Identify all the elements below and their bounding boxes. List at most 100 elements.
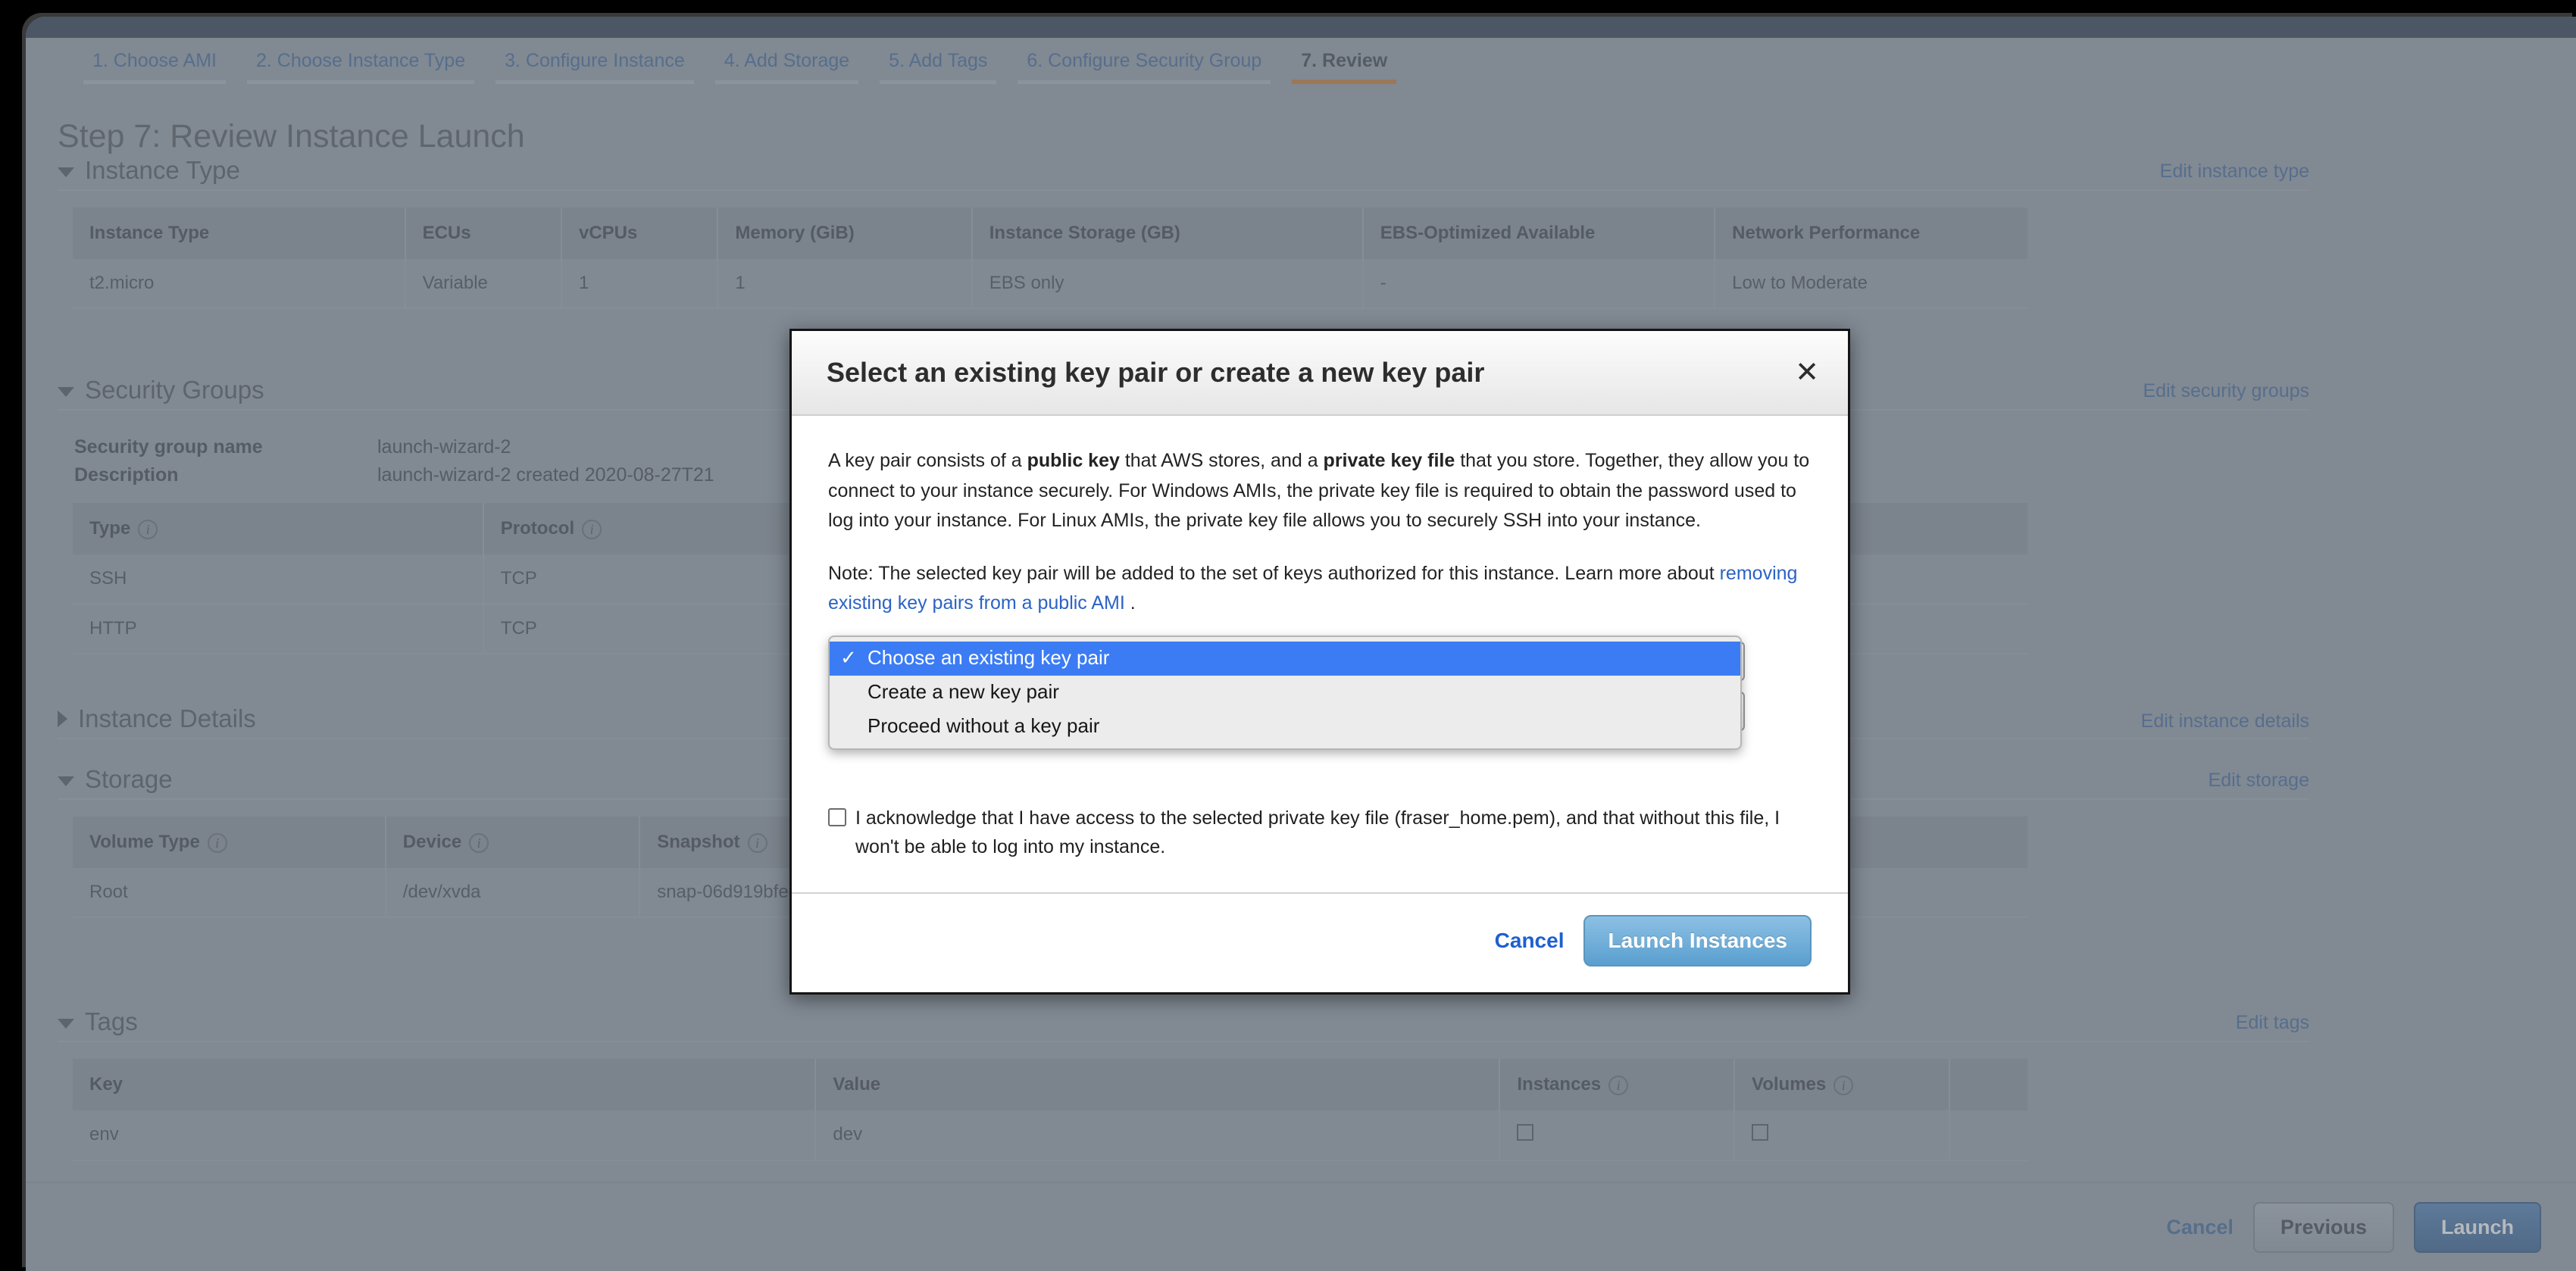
- chevron-down-icon[interactable]: [58, 386, 74, 397]
- key-pair-modal: Select an existing key pair or create a …: [789, 329, 1850, 995]
- wizard-step-4[interactable]: 4. Add Storage: [705, 38, 869, 84]
- wizard-step-label: 7. Review: [1301, 50, 1388, 71]
- section-title: Instance Type: [85, 156, 240, 184]
- cell-memory: 1: [717, 259, 973, 309]
- wizard-step-3[interactable]: 3. Configure Instance: [485, 38, 705, 84]
- info-icon[interactable]: i: [469, 832, 489, 853]
- cell-type: HTTP: [73, 604, 484, 654]
- step-underline: [83, 80, 226, 84]
- column-header: Value: [815, 1059, 1501, 1110]
- value: launch-wizard-2 created 2020-08-27T21: [377, 464, 714, 486]
- table-header-row: Instance Type ECUs vCPUs Memory (GiB) In…: [73, 208, 2027, 259]
- info-icon[interactable]: i: [1834, 1075, 1854, 1095]
- page-title: Step 7: Review Instance Launch: [58, 118, 525, 155]
- table-row: t2.micro Variable 1 1 EBS only - Low to …: [73, 259, 2027, 309]
- column-header: Memory (GiB): [717, 208, 973, 259]
- acknowledge-row: I acknowledge that I have access to the …: [828, 804, 1812, 863]
- wizard-step-label: 4. Add Storage: [724, 50, 850, 71]
- cell-key: env: [73, 1110, 817, 1161]
- key-pair-action-dropdown[interactable]: ✓ Choose an existing key pair Create a n…: [828, 635, 1742, 750]
- column-header: vCPUs: [561, 208, 719, 259]
- info-icon[interactable]: i: [1608, 1075, 1629, 1095]
- wizard-step-tabs: 1. Choose AMI 2. Choose Instance Type 3.…: [26, 38, 2576, 91]
- wizard-step-6[interactable]: 6. Configure Security Group: [1007, 38, 1281, 84]
- chevron-down-icon[interactable]: [58, 167, 74, 177]
- browser-window-frame: 1. Choose AMI 2. Choose Instance Type 3.…: [0, 0, 2576, 1271]
- cell-vcpus: 1: [561, 259, 719, 309]
- column-header: Type i: [73, 503, 484, 554]
- cell-volumes-checkbox: [1733, 1110, 1950, 1161]
- section-title: Tags: [85, 1007, 138, 1035]
- private-key-file-bold: private key file: [1323, 450, 1455, 471]
- wizard-step-label: 1. Choose AMI: [92, 50, 217, 71]
- text-part: .: [1130, 592, 1136, 614]
- wizard-step-label: 6. Configure Security Group: [1027, 50, 1262, 71]
- modal-footer: Cancel Launch Instances: [792, 892, 1848, 992]
- edit-security-groups-link[interactable]: Edit security groups: [2143, 380, 2309, 402]
- volumes-checkbox[interactable]: [1751, 1124, 1768, 1141]
- modal-title: Select an existing key pair or create a …: [827, 357, 1485, 388]
- acknowledge-label: I acknowledge that I have access to the …: [855, 807, 1780, 858]
- section-tags: Tags Edit tags Key Value Instances i Volu…: [58, 1007, 2309, 1161]
- info-icon[interactable]: i: [747, 832, 767, 853]
- column-header: Key: [73, 1059, 817, 1110]
- wizard-step-1[interactable]: 1. Choose AMI: [73, 38, 236, 84]
- instances-checkbox[interactable]: [1517, 1124, 1534, 1141]
- cell-ecus: Variable: [405, 259, 562, 309]
- value: launch-wizard-2: [377, 436, 511, 457]
- cell-instance-storage: EBS only: [971, 259, 1364, 309]
- step-underline: [246, 80, 475, 84]
- cell-instance-type: t2.micro: [73, 259, 406, 309]
- wizard-step-5[interactable]: 5. Add Tags: [869, 38, 1007, 84]
- page-action-bar: Cancel Previous Launch: [26, 1182, 2576, 1271]
- step-underline: [880, 80, 997, 84]
- acknowledge-checkbox[interactable]: [828, 807, 846, 826]
- dropdown-option-create-new[interactable]: Create a new key pair: [830, 676, 1740, 710]
- launch-button[interactable]: Launch: [2413, 1201, 2541, 1253]
- close-icon[interactable]: ✕: [1795, 358, 1819, 387]
- text-part: Note: The selected key pair will be adde…: [828, 562, 1720, 584]
- modal-cancel-button[interactable]: Cancel: [1495, 929, 1565, 953]
- chevron-down-icon[interactable]: [58, 1018, 74, 1029]
- key-pair-description: A key pair consists of a public key that…: [828, 446, 1812, 536]
- dropdown-option-proceed-without[interactable]: Proceed without a key pair: [830, 710, 1740, 744]
- check-icon: ✓: [840, 645, 857, 669]
- dropdown-option-choose-existing[interactable]: ✓ Choose an existing key pair: [830, 641, 1740, 676]
- cell-instances-checkbox: [1499, 1110, 1735, 1161]
- column-header: Instance Storage (GB): [971, 208, 1364, 259]
- wizard-step-7[interactable]: 7. Review: [1281, 38, 1407, 84]
- step-underline: [496, 80, 694, 84]
- column-header: Instance Type: [73, 208, 406, 259]
- previous-button[interactable]: Previous: [2252, 1201, 2394, 1253]
- chevron-down-icon[interactable]: [58, 776, 74, 786]
- chevron-right-icon[interactable]: [58, 710, 67, 727]
- wizard-step-label: 3. Configure Instance: [505, 50, 685, 71]
- cell-network-performance: Low to Moderate: [1715, 259, 2027, 309]
- section-title: Instance Details: [78, 704, 256, 732]
- label: Description: [74, 464, 179, 486]
- info-icon[interactable]: i: [207, 832, 227, 853]
- edit-instance-details-link[interactable]: Edit instance details: [2141, 710, 2309, 732]
- cell-empty: [1949, 1110, 2027, 1161]
- console-top-bar: [26, 17, 2576, 38]
- table-row: env dev: [73, 1110, 2027, 1161]
- browser-viewport: 1. Choose AMI 2. Choose Instance Type 3.…: [26, 17, 2576, 1271]
- step-underline: [1018, 80, 1271, 84]
- info-icon[interactable]: i: [138, 519, 158, 539]
- edit-instance-type-link[interactable]: Edit instance type: [2160, 161, 2309, 183]
- column-header: Network Performance: [1715, 208, 2027, 259]
- wizard-step-label: 5. Add Tags: [889, 50, 988, 71]
- edit-storage-link[interactable]: Edit storage: [2209, 770, 2309, 792]
- info-icon[interactable]: i: [582, 519, 602, 539]
- cancel-button[interactable]: Cancel: [2166, 1216, 2234, 1239]
- wizard-step-2[interactable]: 2. Choose Instance Type: [236, 38, 485, 84]
- instance-type-table: Instance Type ECUs vCPUs Memory (GiB) In…: [73, 208, 2027, 309]
- modal-body: A key pair consists of a public key that…: [792, 416, 1848, 862]
- column-header: Device i: [385, 817, 641, 868]
- cell-type: SSH: [73, 554, 484, 604]
- column-header: EBS-Optimized Available: [1362, 208, 1716, 259]
- cell-value: dev: [815, 1110, 1501, 1161]
- step-underline: [714, 80, 859, 84]
- edit-tags-link[interactable]: Edit tags: [2236, 1012, 2309, 1034]
- launch-instances-button[interactable]: Launch Instances: [1583, 915, 1812, 967]
